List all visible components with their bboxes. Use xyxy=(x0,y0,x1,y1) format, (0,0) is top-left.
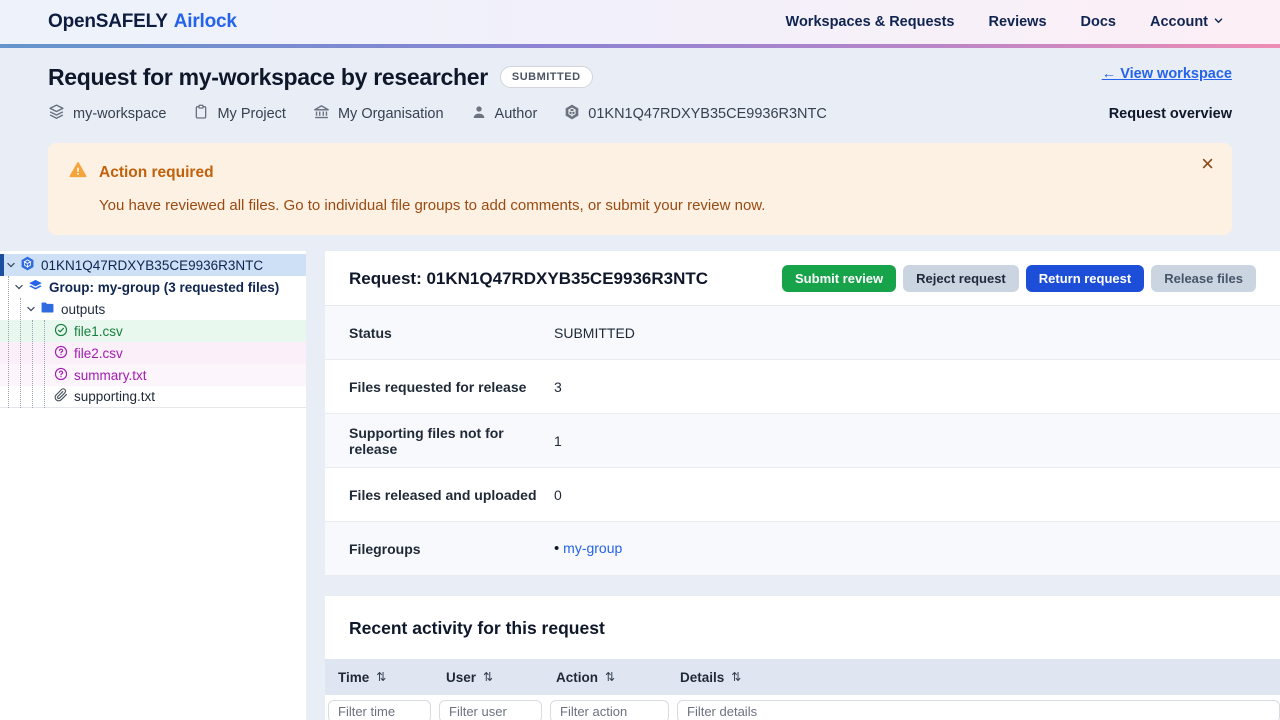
filter-action-input[interactable] xyxy=(550,700,669,720)
sort-icon[interactable]: ⇅ xyxy=(605,670,615,684)
page-header: Request for my-workspace by researcher S… xyxy=(0,48,1280,124)
release-files-button[interactable]: Release files xyxy=(1151,265,1256,292)
logo-opensafely: OpenSAFELY xyxy=(48,11,168,32)
nav-workspaces-requests[interactable]: Workspaces & Requests xyxy=(786,14,955,30)
filter-time-input[interactable] xyxy=(328,700,431,720)
submit-review-button[interactable]: Submit review xyxy=(782,265,896,292)
meta-project: My Project xyxy=(193,104,286,124)
status-badge: SUBMITTED xyxy=(500,66,593,88)
tree-root-request[interactable]: 01KN1Q47RDXYB35CE9936R3NTC xyxy=(0,254,306,276)
nav-docs[interactable]: Docs xyxy=(1081,14,1116,30)
activity-table-header: Time ⇅ User ⇅ Action ⇅ Details ⇅ xyxy=(325,659,1280,695)
tree-guide-line xyxy=(20,298,21,408)
tree-folder-label: outputs xyxy=(61,302,105,317)
alert-title: Action required xyxy=(99,163,214,183)
request-overview-label: Request overview xyxy=(1109,106,1232,122)
nav-links: Workspaces & Requests Reviews Docs Accou… xyxy=(786,14,1224,30)
column-header-time[interactable]: Time ⇅ xyxy=(338,670,446,685)
question-circle-icon xyxy=(54,345,68,362)
tree-file-label: file2.csv xyxy=(74,346,123,361)
tree-file-label: file1.csv xyxy=(74,324,123,339)
list-item: • my-group xyxy=(554,540,622,557)
tree-file-label: supporting.txt xyxy=(74,389,155,404)
workspace-meta: my-workspace My Project My Organisation … xyxy=(48,103,827,124)
filegroup-link[interactable]: my-group xyxy=(563,540,622,556)
main-panel: Request: 01KN1Q47RDXYB35CE9936R3NTC Subm… xyxy=(325,251,1280,720)
column-header-action[interactable]: Action ⇅ xyxy=(556,670,680,685)
layers-icon xyxy=(28,278,43,296)
cube-icon xyxy=(564,104,580,124)
logo-airlock: Airlock xyxy=(174,11,237,32)
user-icon xyxy=(471,104,487,124)
detail-row-files-requested: Files requested for release 3 xyxy=(325,360,1280,414)
activity-filter-row xyxy=(325,695,1280,720)
sort-icon[interactable]: ⇅ xyxy=(376,670,386,684)
nav-account-menu[interactable]: Account xyxy=(1150,14,1224,30)
meta-organisation: My Organisation xyxy=(313,103,444,124)
chevron-down-icon[interactable] xyxy=(6,258,16,273)
chevron-down-icon[interactable] xyxy=(14,280,24,295)
tree-root-label: 01KN1Q47RDXYB35CE9936R3NTC xyxy=(41,258,263,273)
request-details-table: Status SUBMITTED Files requested for rel… xyxy=(325,306,1280,576)
bank-icon xyxy=(313,103,330,124)
view-workspace-link[interactable]: ← View workspace xyxy=(1102,66,1232,82)
reject-request-button[interactable]: Reject request xyxy=(903,265,1019,292)
top-navbar: OpenSAFELY Airlock Workspaces & Requests … xyxy=(0,0,1280,44)
folder-icon xyxy=(40,300,55,318)
detail-row-filegroups: Filegroups • my-group xyxy=(325,522,1280,576)
detail-row-supporting-files: Supporting files not for release 1 xyxy=(325,414,1280,468)
bullet: • xyxy=(554,540,559,557)
recent-activity-card: Recent activity for this request Time ⇅ … xyxy=(325,596,1280,720)
request-actions: Submit review Reject request Return requ… xyxy=(782,265,1256,292)
sort-icon[interactable]: ⇅ xyxy=(731,670,741,684)
meta-author: Author xyxy=(471,104,538,124)
nav-reviews[interactable]: Reviews xyxy=(988,14,1046,30)
file-tree-sidebar: 01KN1Q47RDXYB35CE9936R3NTC Group: my-gro… xyxy=(0,251,306,720)
chevron-down-icon[interactable] xyxy=(26,302,36,317)
app-logo[interactable]: OpenSAFELY Airlock xyxy=(48,11,237,33)
action-required-alert: Action required You have reviewed all fi… xyxy=(48,143,1232,235)
page-title: Request for my-workspace by researcher xyxy=(48,62,488,92)
airlock-cube-icon xyxy=(20,256,35,274)
warning-icon xyxy=(68,160,88,186)
tree-file-supporting[interactable]: supporting.txt xyxy=(0,386,306,408)
request-details-card: Request: 01KN1Q47RDXYB35CE9936R3NTC Subm… xyxy=(325,251,1280,576)
tree-file-summary[interactable]: summary.txt xyxy=(0,364,306,386)
layers-icon xyxy=(48,103,65,124)
sort-icon[interactable]: ⇅ xyxy=(483,670,493,684)
check-circle-icon xyxy=(54,323,68,340)
tree-file-file2[interactable]: file2.csv xyxy=(0,342,306,364)
return-request-button[interactable]: Return request xyxy=(1026,265,1144,292)
detail-row-status: Status SUBMITTED xyxy=(325,306,1280,360)
tree-folder-outputs[interactable]: outputs xyxy=(0,298,306,320)
alert-message: You have reviewed all files. Go to indiv… xyxy=(99,196,1208,215)
meta-workspace: my-workspace xyxy=(48,103,166,124)
tree-group-label: Group: my-group (3 requested files) xyxy=(49,280,279,295)
card-gap xyxy=(325,576,1280,596)
paperclip-icon xyxy=(54,388,68,405)
filter-details-input[interactable] xyxy=(677,700,1280,720)
tree-file-label: summary.txt xyxy=(74,368,147,383)
filter-user-input[interactable] xyxy=(439,700,542,720)
clipboard-icon xyxy=(193,104,209,124)
tree-guide-line xyxy=(32,320,33,408)
tree-group-my-group[interactable]: Group: my-group (3 requested files) xyxy=(0,276,306,298)
question-circle-icon xyxy=(54,367,68,384)
tree-file-file1[interactable]: file1.csv xyxy=(0,320,306,342)
meta-request-id: 01KN1Q47RDXYB35CE9936R3NTC xyxy=(564,104,827,124)
detail-row-files-released: Files released and uploaded 0 xyxy=(325,468,1280,522)
chevron-down-icon xyxy=(1213,14,1224,30)
tree-guide-line xyxy=(44,320,45,408)
content-area: 01KN1Q47RDXYB35CE9936R3NTC Group: my-gro… xyxy=(0,251,1280,720)
activity-title: Recent activity for this request xyxy=(349,618,1280,639)
account-label: Account xyxy=(1150,14,1208,30)
close-icon[interactable]: × xyxy=(1201,153,1214,175)
column-header-details[interactable]: Details ⇅ xyxy=(680,670,1280,685)
column-header-user[interactable]: User ⇅ xyxy=(446,670,556,685)
request-title: Request: 01KN1Q47RDXYB35CE9936R3NTC xyxy=(349,269,708,289)
tree-guide-line xyxy=(8,276,9,408)
